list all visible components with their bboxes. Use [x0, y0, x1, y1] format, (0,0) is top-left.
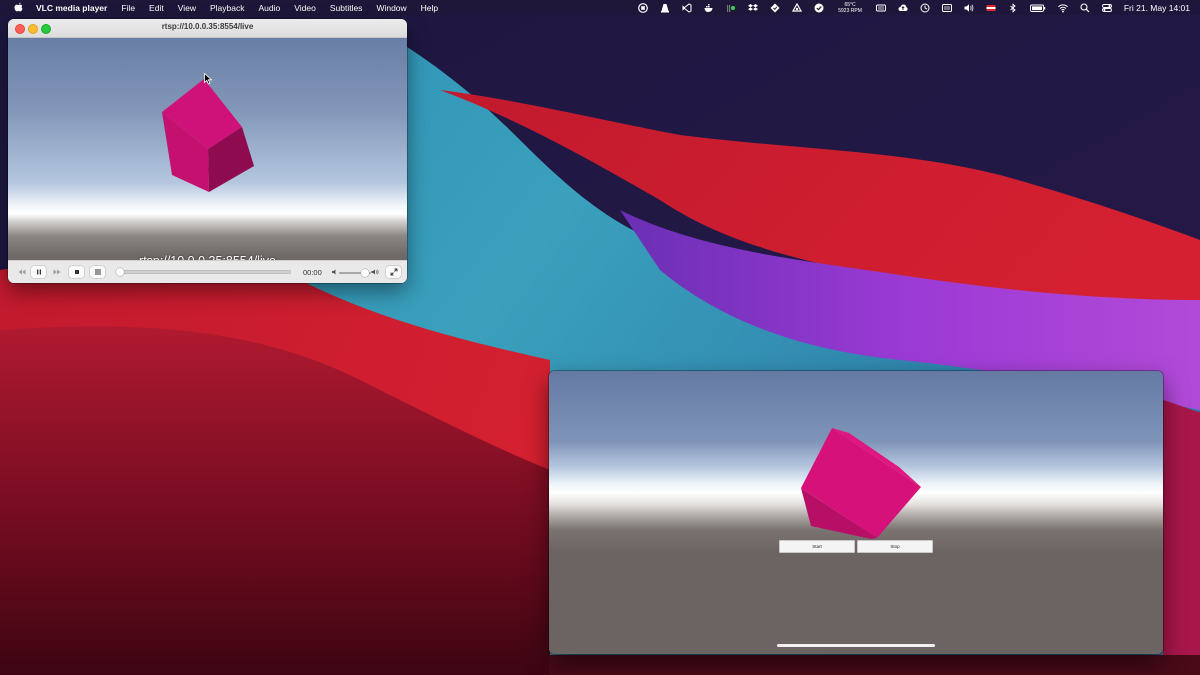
wifi-icon[interactable]	[1058, 3, 1068, 13]
volume-slider[interactable]	[339, 269, 371, 277]
sync-icon[interactable]	[770, 3, 780, 13]
search-icon[interactable]	[1080, 2, 1090, 13]
apple-menu-icon[interactable]	[14, 2, 24, 13]
menu-clock[interactable]: Fri 21. May 14:01	[1124, 3, 1190, 13]
max-volume-button[interactable]	[370, 266, 380, 278]
vlc-window: rtsp://10.0.0.35:8554/live rtsp://10.0.0…	[8, 19, 407, 283]
mute-button[interactable]	[330, 266, 339, 278]
playlist-icon	[94, 269, 101, 275]
menu-help[interactable]: Help	[421, 3, 438, 13]
stream-source-window: Start Stop	[549, 371, 1163, 654]
checkmark-icon[interactable]	[814, 3, 824, 13]
speaker-high-icon	[371, 269, 379, 275]
volume-knob[interactable]	[360, 269, 369, 277]
bluetooth-icon[interactable]	[1008, 2, 1018, 13]
fullscreen-icon	[390, 268, 397, 276]
menu-edit[interactable]: Edit	[149, 3, 164, 13]
menu-audio[interactable]: Audio	[258, 3, 280, 13]
battery-icon[interactable]	[1029, 3, 1046, 13]
vlc-control-bar: 00:00	[8, 260, 407, 283]
menu-view[interactable]: View	[178, 3, 196, 13]
docker-icon[interactable]	[704, 3, 714, 13]
speaker-low-icon	[331, 269, 335, 275]
record-icon[interactable]	[638, 2, 649, 13]
vlc-titlebar[interactable]: rtsp://10.0.0.35:8554/live	[8, 19, 407, 38]
keyboard-icon[interactable]	[875, 3, 886, 13]
app-name-menu[interactable]: VLC media player	[36, 3, 107, 13]
menu-playback[interactable]: Playback	[210, 3, 245, 13]
stop-stream-button[interactable]: Stop	[857, 540, 933, 553]
fan-speed-value: 5923 RPM	[838, 7, 862, 14]
playback-progress-bar[interactable]	[116, 267, 291, 276]
control-center-icon[interactable]	[1101, 3, 1112, 13]
rotating-cube-source	[801, 428, 921, 539]
stop-icon	[74, 270, 79, 274]
rewind-button[interactable]	[14, 266, 29, 278]
menu-subtitles[interactable]: Subtitles	[330, 3, 363, 13]
rewind-icon	[18, 269, 25, 275]
activity-monitor-icon[interactable]	[726, 3, 736, 13]
dropbox-icon[interactable]	[748, 3, 759, 13]
start-button[interactable]: Start	[779, 540, 855, 553]
home-indicator[interactable]	[777, 644, 935, 647]
menu-video[interactable]: Video	[294, 3, 316, 13]
elapsed-time: 00:00	[303, 268, 322, 277]
status-tray: 65°C 5923 RPM Fri 21. May 14:01	[632, 0, 1200, 15]
progress-knob[interactable]	[116, 267, 124, 276]
cloud-upload-icon[interactable]	[898, 3, 908, 13]
stop-button[interactable]	[69, 266, 84, 278]
pause-icon	[36, 269, 41, 275]
display-icon[interactable]	[941, 3, 952, 13]
drive-icon[interactable]	[792, 2, 803, 13]
menu-file[interactable]: File	[121, 3, 135, 13]
temperature-readout[interactable]: 65°C 5923 RPM	[838, 2, 862, 14]
vlc-window-title: rtsp://10.0.0.35:8554/live	[161, 22, 254, 31]
vlc-cone-icon[interactable]	[660, 3, 670, 13]
flag-icon[interactable]	[986, 3, 996, 13]
fullscreen-button[interactable]	[386, 266, 401, 278]
mouse-cursor-icon	[204, 73, 213, 85]
playlist-button[interactable]	[90, 266, 105, 278]
pause-button[interactable]	[31, 266, 46, 278]
volume-icon[interactable]	[964, 3, 974, 13]
time-machine-icon[interactable]	[920, 3, 930, 13]
menu-bar: VLC media player File Edit View Playback…	[0, 0, 1200, 15]
menu-window[interactable]: Window	[376, 3, 406, 13]
fast-forward-button[interactable]	[49, 266, 64, 278]
vscode-icon[interactable]	[682, 2, 692, 13]
fast-forward-icon	[53, 269, 60, 275]
